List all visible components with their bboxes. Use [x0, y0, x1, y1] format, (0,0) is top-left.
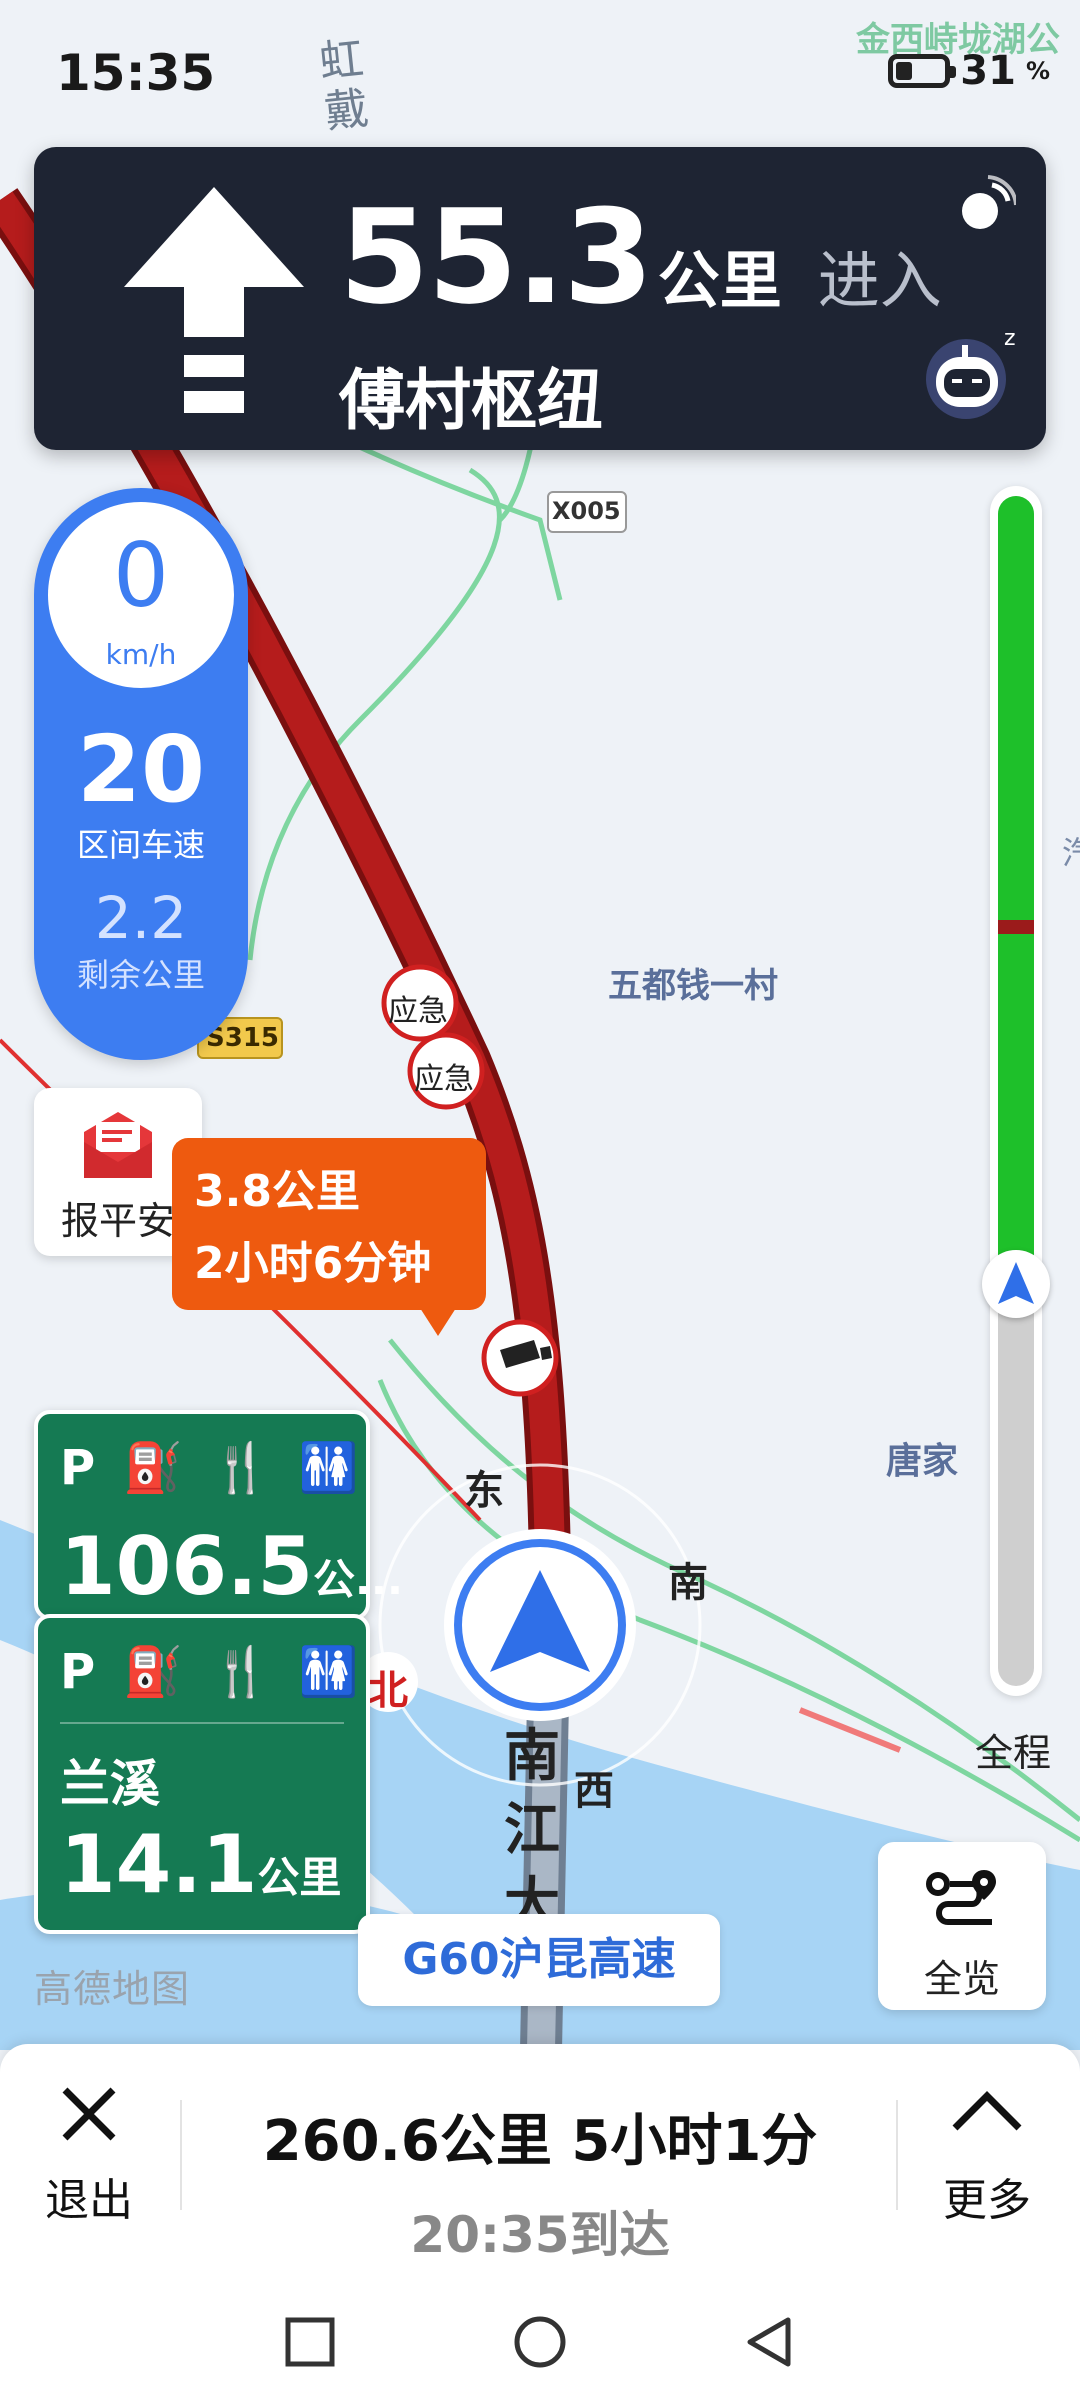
chevron-up-icon: [952, 2091, 1022, 2131]
compass-west: 西: [574, 1768, 614, 1814]
interval-speed-label: 区间车速: [76, 826, 205, 864]
battery-icon: [888, 54, 957, 88]
exit-label: 退出: [45, 2175, 133, 2226]
service-icons: P ⛽ 🍴 🚻: [60, 1442, 358, 1494]
bottom-trip-bar: 退出 260.6公里 5小时1分 20:35到达 更多: [0, 2044, 1080, 2284]
restroom-icon: 🚻: [298, 1440, 359, 1496]
restroom-icon: 🚻: [298, 1644, 359, 1700]
callout-duration: 2小时6分钟: [194, 1238, 432, 1289]
divider: [180, 2100, 182, 2210]
trip-summary: 260.6公里 5小时1分 20:35到达: [190, 2096, 890, 2267]
system-navigation-bar: [0, 2284, 1080, 2400]
guidance-panel[interactable]: 55.3 公里 进入 傅村枢纽 z: [34, 147, 1046, 450]
guidance-distance-unit: 公里: [657, 244, 782, 317]
fuel-icon: ⛽: [123, 1644, 183, 1700]
back-icon[interactable]: [742, 2314, 798, 2370]
more-label: 更多: [943, 2175, 1031, 2226]
battery-unit: %: [1025, 57, 1050, 85]
current-speed: 0 km/h: [48, 502, 234, 688]
service-area-distance: 14.1公里: [60, 1818, 342, 1911]
progress-traffic-fill: [998, 496, 1034, 1296]
map-label-village: 五都钱一村: [608, 966, 778, 1006]
close-icon: [62, 2087, 116, 2141]
more-button[interactable]: 更多: [932, 2084, 1042, 2228]
progress-position-marker: [982, 1250, 1050, 1318]
interval-speed-value: 20: [76, 716, 206, 823]
route-callout[interactable]: 3.8公里 2小时6分钟: [172, 1138, 486, 1336]
restaurant-icon: 🍴: [210, 1440, 271, 1496]
overview-label: 全览: [923, 1957, 1000, 2001]
guidance-distance: 55.3: [339, 181, 654, 333]
road-label-vertical: 南江大: [504, 1724, 560, 1937]
callout-distance: 3.8公里: [194, 1166, 360, 1217]
trip-eta: 20:35到达: [410, 2206, 670, 2264]
route-overview-icon: [926, 1870, 996, 1925]
service-area-card[interactable]: P ⛽ 🍴 🚻 106.5公...: [34, 1410, 403, 1620]
service-icons: P ⛽ 🍴 🚻: [60, 1646, 358, 1698]
map-label-tangjia: 唐家: [886, 1441, 959, 1482]
speed-panel: 0 km/h 20 区间车速 2.2 剩余公里: [34, 488, 248, 1060]
overview-button[interactable]: 全览: [878, 1842, 1046, 2010]
current-speed-value: 0: [113, 524, 169, 627]
parking-icon: P: [60, 1440, 96, 1496]
remaining-distance-value: 2.2: [94, 884, 188, 952]
battery-level: 31: [960, 48, 1016, 94]
guidance-action: 进入: [817, 244, 942, 317]
compass-south: 南: [668, 1560, 708, 1606]
progress-label: 全程: [975, 1731, 1052, 1775]
voice-broadcast-icon[interactable]: [958, 175, 1016, 233]
divider: [60, 1722, 344, 1724]
home-icon[interactable]: [512, 2314, 568, 2370]
envelope-icon: [84, 1112, 152, 1178]
map-logo: 高德地图: [34, 1967, 191, 2011]
emergency-label: 应急: [414, 1062, 474, 1097]
service-area-card[interactable]: P ⛽ 🍴 🚻 兰溪 14.1公里: [34, 1614, 370, 1934]
guidance-distance-row: 55.3 公里 进入: [339, 181, 942, 333]
svg-text:z: z: [1004, 326, 1016, 351]
straight-arrow-icon: [124, 187, 304, 413]
trip-progress-bar[interactable]: [982, 486, 1050, 1696]
map-label-x005: X005: [552, 497, 621, 525]
current-road-chip: G60沪昆高速: [358, 1914, 720, 2006]
divider: [896, 2100, 898, 2210]
compass-east: 东: [464, 1468, 504, 1514]
progress-congestion: [998, 920, 1034, 934]
status-bar: 15:35 31%: [0, 0, 1080, 140]
parking-icon: P: [60, 1644, 96, 1700]
emergency-label: 应急: [388, 994, 448, 1029]
fuel-icon: ⛽: [123, 1440, 183, 1496]
compass-north: 北: [368, 1668, 408, 1714]
exit-button[interactable]: 退出: [34, 2084, 144, 2228]
battery-indicator: 31%: [888, 48, 1050, 94]
service-area-distance: 106.5公...: [60, 1520, 403, 1613]
assistant-robot-icon[interactable]: z: [916, 317, 1026, 427]
trip-distance-duration: 260.6公里 5小时1分: [262, 2109, 818, 2174]
map-label-edge: 汽: [1062, 834, 1080, 872]
restaurant-icon: 🍴: [210, 1644, 271, 1700]
current-speed-unit: km/h: [105, 638, 177, 671]
car-arrow-icon: [998, 1262, 1034, 1304]
status-time: 15:35: [56, 44, 216, 102]
remaining-distance-label: 剩余公里: [76, 956, 205, 994]
guidance-target: 傅村枢纽: [339, 362, 603, 439]
service-area-name: 兰溪: [60, 1755, 160, 1813]
recent-apps-icon[interactable]: [282, 2314, 338, 2370]
